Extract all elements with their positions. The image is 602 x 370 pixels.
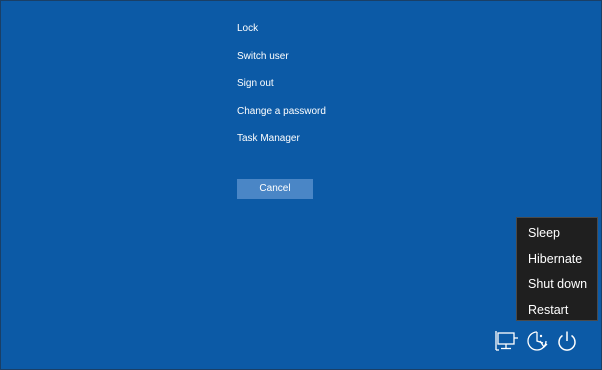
task-manager-link[interactable]: Task Manager <box>237 131 397 147</box>
shut-down-menu-item[interactable]: Shut down <box>517 272 597 298</box>
restart-menu-item[interactable]: Restart <box>517 298 597 324</box>
switch-user-link[interactable]: Switch user <box>237 49 397 65</box>
sleep-menu-item[interactable]: Sleep <box>517 221 597 247</box>
sign-out-link[interactable]: Sign out <box>237 76 397 92</box>
security-options-menu: Lock Switch user Sign out Change a passw… <box>237 21 397 159</box>
network-icon[interactable] <box>495 329 519 353</box>
lock-link[interactable]: Lock <box>237 21 397 37</box>
change-password-link[interactable]: Change a password <box>237 104 397 120</box>
power-options-menu: Sleep Hibernate Shut down Restart <box>516 217 598 321</box>
ctrl-alt-del-screen: Lock Switch user Sign out Change a passw… <box>0 0 602 370</box>
cancel-button[interactable]: Cancel <box>237 179 313 199</box>
power-icon[interactable] <box>555 329 579 353</box>
hibernate-menu-item[interactable]: Hibernate <box>517 247 597 273</box>
ease-of-access-icon[interactable] <box>525 329 549 353</box>
